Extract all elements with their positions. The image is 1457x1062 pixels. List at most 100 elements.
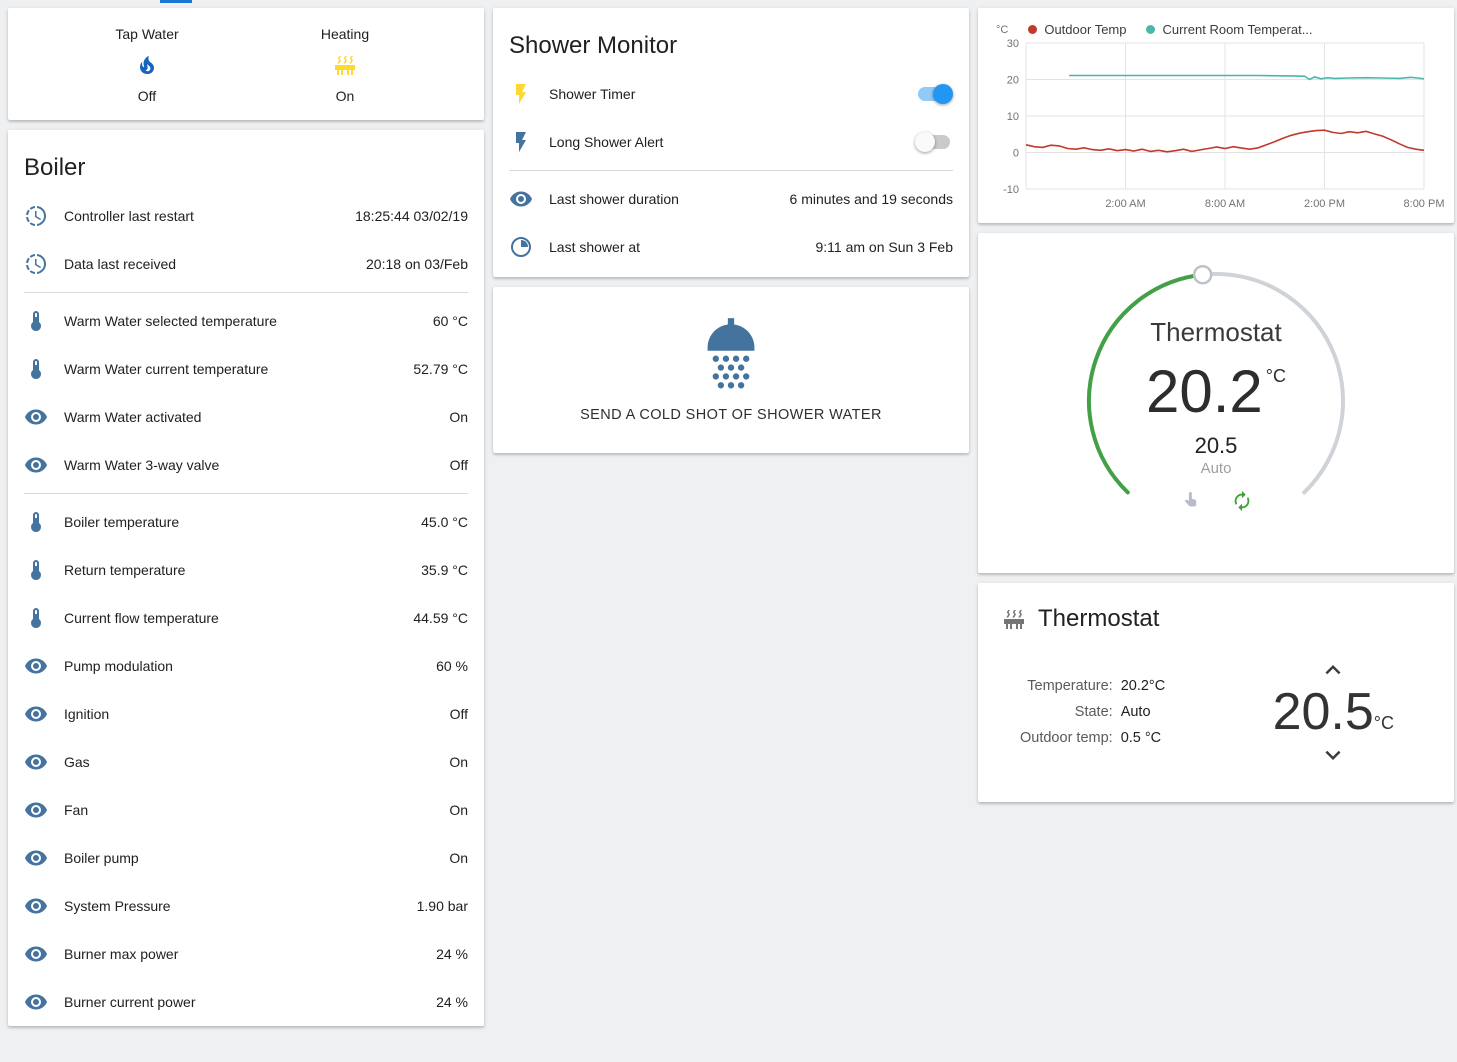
glance-item-heating[interactable]: Heating On [280,26,410,104]
eye-icon [24,942,48,966]
entity-label: Gas [64,754,441,770]
entity-row[interactable]: Controller last restart 18:25:44 03/02/1… [8,192,484,240]
entity-label: Boiler temperature [64,514,413,530]
entity-row[interactable]: Fan On [8,786,484,834]
entity-row[interactable]: Warm Water 3-way valve Off [8,441,484,489]
dial-content: Thermostat 20.2°C 20.5 Auto [1056,251,1376,551]
entity-row[interactable]: Current flow temperature 44.59 °C [8,594,484,642]
entity-row[interactable]: Burner max power 24 % [8,930,484,978]
thermometer-icon [24,558,48,582]
setpoint-control: 20.5°C [1273,655,1394,770]
entity-row[interactable]: Pump modulation 60 % [8,642,484,690]
entity-row[interactable]: Warm Water current temperature 52.79 °C [8,345,484,393]
flash-icon [509,130,533,154]
long-shower-alert-toggle[interactable] [915,132,953,152]
entity-value: 20:18 on 03/Feb [366,256,468,272]
entity-row[interactable]: Boiler temperature 45.0 °C [8,498,484,546]
toggle-thumb [915,132,935,152]
entity-row[interactable]: Data last received 20:18 on 03/Feb [8,240,484,288]
entity-row[interactable]: Gas On [8,738,484,786]
eye-icon [509,187,533,211]
auto-mode-icon[interactable] [1231,490,1253,512]
card-body: Temperature: 20.2°C State: Auto Outdoor … [978,633,1454,802]
dial-title: Thermostat [1150,317,1282,348]
legend-label: Current Room Temperat... [1162,22,1312,37]
entity-row: Long Shower Alert [493,118,969,166]
entity-row[interactable]: Last shower duration 6 minutes and 19 se… [493,175,969,223]
entity-label: Fan [64,802,441,818]
entity-row[interactable]: Return temperature 35.9 °C [8,546,484,594]
svg-text:8:00 AM: 8:00 AM [1205,198,1245,210]
attribute-value: 0.5 °C [1121,730,1166,746]
attribute-value: 20.2°C [1121,678,1166,694]
legend-dot [1028,25,1037,34]
entity-value: 60 % [436,658,468,674]
entity-label: Warm Water selected temperature [64,313,425,329]
chevron-up-icon[interactable] [1318,655,1348,685]
shower-cold-shot-button[interactable]: SEND A COLD SHOT OF SHOWER WATER [493,287,969,453]
thermometer-icon [24,357,48,381]
glance-label: Heating [321,26,369,42]
glance-state: Off [138,88,156,104]
entity-value: On [449,754,468,770]
entity-row: Shower Timer [493,70,969,118]
setpoint-value: 20.5°C [1273,685,1394,740]
entity-row[interactable]: Boiler pump On [8,834,484,882]
chevron-down-icon[interactable] [1318,740,1348,770]
entity-row[interactable]: Warm Water selected temperature 60 °C [8,297,484,345]
shower-timer-toggle[interactable] [915,84,953,104]
active-tab-indicator[interactable] [160,0,192,3]
eye-icon [24,702,48,726]
entity-row[interactable]: Burner current power 24 % [8,978,484,1026]
svg-text:0: 0 [1013,148,1019,160]
chart-legend: °C Outdoor Temp Current Room Temperat... [978,8,1454,37]
entity-row[interactable]: Last shower at 9:11 am on Sun 3 Feb [493,223,969,271]
legend-item-room-temp[interactable]: Current Room Temperat... [1146,22,1312,37]
thermometer-icon [24,606,48,630]
entity-row[interactable]: System Pressure 1.90 bar [8,882,484,930]
attribute-list: Temperature: 20.2°C State: Auto Outdoor … [1020,678,1165,746]
attribute-label: State: [1020,704,1113,720]
entity-label: Warm Water 3-way valve [64,457,442,473]
glance-item-tap-water[interactable]: Tap Water Off [82,26,212,104]
eye-icon [24,750,48,774]
svg-text:10: 10 [1007,111,1019,123]
entity-value: 1.90 bar [417,898,468,914]
entity-value: 18:25:44 03/02/19 [355,208,468,224]
eye-icon [24,894,48,918]
entity-value: 44.59 °C [413,610,468,626]
column-middle: Shower Monitor Shower Timer Long Shower … [493,8,969,1026]
entity-label: Last shower duration [549,191,782,207]
card-header: Thermostat [978,583,1454,633]
thermostat-dial: Thermostat 20.2°C 20.5 Auto [1056,251,1376,551]
attribute-value: Auto [1121,704,1166,720]
legend-item-outdoor-temp[interactable]: Outdoor Temp [1028,22,1126,37]
setpoint-unit: °C [1374,713,1394,733]
entity-value: 24 % [436,946,468,962]
entity-row[interactable]: Ignition Off [8,690,484,738]
entity-label: Return temperature [64,562,413,578]
entity-value: On [449,802,468,818]
radiator-icon [1002,607,1026,631]
manual-mode-icon[interactable] [1179,490,1201,512]
svg-text:2:00 AM: 2:00 AM [1105,198,1145,210]
progress-clock-icon [24,252,48,276]
shower-monitor-card: Shower Monitor Shower Timer Long Shower … [493,8,969,277]
entity-row[interactable]: Warm Water activated On [8,393,484,441]
entity-value: 9:11 am on Sun 3 Feb [816,239,954,255]
svg-text:8:00 PM: 8:00 PM [1404,198,1445,210]
divider [509,170,953,171]
thermostat-info-card: Thermostat Temperature: 20.2°C State: Au… [978,583,1454,802]
thermometer-icon [24,510,48,534]
entity-value: 6 minutes and 19 seconds [790,191,953,207]
thermostat-dial-card: Thermostat 20.2°C 20.5 Auto [978,233,1454,573]
legend-label: Outdoor Temp [1044,22,1126,37]
entity-value: Off [450,706,468,722]
svg-text:-10: -10 [1003,184,1019,196]
eye-icon [24,405,48,429]
temperature-unit: °C [1266,366,1286,386]
dashboard: Tap Water Off Heating On Boiler Controll… [0,0,1457,1034]
glance-card: Tap Water Off Heating On [8,8,484,120]
svg-text:2:00 PM: 2:00 PM [1304,198,1345,210]
entity-label: Warm Water activated [64,409,441,425]
